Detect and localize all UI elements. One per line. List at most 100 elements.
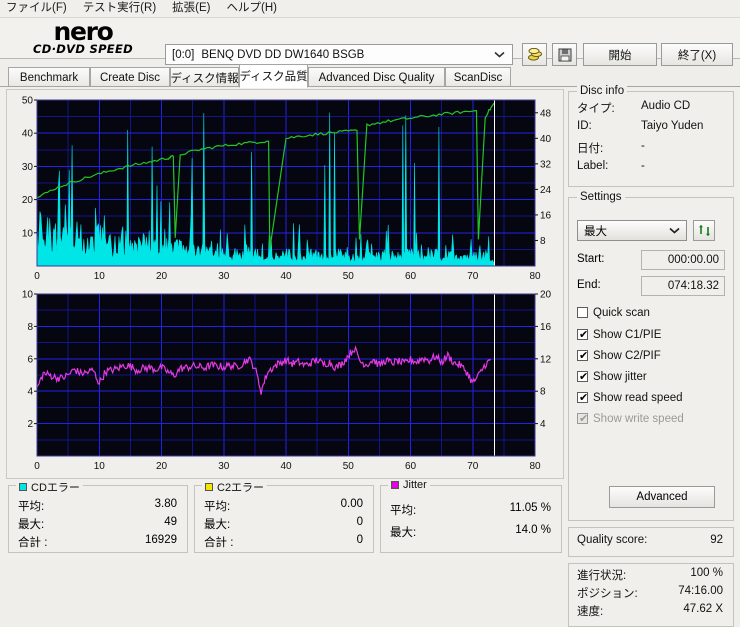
c2-error-legend-text: C2エラー [217, 482, 265, 494]
checkbox-label: Show jitter [593, 370, 647, 383]
c1-avg-value: 3.80 [154, 498, 177, 510]
checkbox-box: ✔ [577, 328, 588, 341]
jitter-legend: Jitter [388, 479, 430, 491]
position-row: ポジション: 74:16.00 [569, 585, 733, 602]
checkbox-show-read-speed[interactable]: ✔ Show read speed [577, 389, 683, 406]
refresh-button[interactable] [693, 220, 715, 241]
svg-text:10: 10 [22, 228, 34, 239]
checkbox-box: ✔ [577, 391, 589, 404]
svg-text:10: 10 [94, 271, 106, 282]
disc-info-label-label: Label: [577, 160, 609, 172]
end-label: End: [577, 279, 601, 291]
svg-text:20: 20 [156, 271, 168, 282]
c2-error-stats-group: C2エラー 平均: 0.00 最大: 0 合計 : 0 [194, 479, 374, 553]
svg-text:50: 50 [343, 461, 355, 472]
disc-info-legend: Disc info [577, 85, 628, 97]
advanced-button[interactable]: Advanced [609, 486, 715, 508]
svg-text:16: 16 [540, 322, 552, 333]
start-button[interactable]: 開始 [583, 43, 657, 66]
speed-select-value: 最大 [584, 225, 607, 238]
tab-disc-info[interactable]: ディスク情報 [170, 67, 239, 87]
c2-total-row: 合計 : 0 [195, 534, 373, 551]
c1-total-label: 合計 : [18, 537, 48, 549]
checkbox-quick-scan[interactable]: Quick scan [577, 304, 650, 321]
c1-avg-row: 平均: 3.80 [9, 498, 187, 515]
save-button[interactable] [552, 43, 577, 66]
jitter-max-row: 最大: 14.0 % [381, 524, 561, 541]
exit-button[interactable]: 終了(X) [661, 43, 733, 66]
svg-text:12: 12 [540, 354, 552, 365]
coins-button[interactable] [522, 43, 547, 66]
c1-max-row: 最大: 49 [9, 516, 187, 533]
quality-score-group: Quality score: 92 [568, 527, 734, 557]
drive-select-dropdown[interactable]: [0:0] BENQ DVD DD DW1640 BSGB [165, 44, 513, 65]
floppy-disk-icon [558, 48, 572, 62]
drive-port: [0:0] [172, 48, 195, 61]
svg-text:0: 0 [34, 461, 40, 472]
nero-logo: nero CD·DVD SPEED [8, 18, 158, 58]
disc-info-row-date: 日付: - [569, 140, 733, 157]
checkbox-label: Show write speed [593, 412, 684, 425]
progress-value: 100 % [690, 567, 723, 579]
chevron-down-icon [669, 227, 680, 234]
checkbox-show-jitter[interactable]: ✔ Show jitter [577, 368, 647, 385]
jitter-color-swatch [391, 481, 399, 489]
c1-total-value: 16929 [145, 534, 177, 546]
check-icon: ✔ [579, 349, 589, 362]
menu-run-test[interactable]: テスト実行(R) [75, 0, 164, 17]
c2-avg-label: 平均: [204, 501, 231, 513]
checkbox-label: Show C1/PIE [593, 328, 662, 341]
svg-text:30: 30 [218, 461, 230, 472]
menu-file[interactable]: ファイル(F) [0, 0, 75, 17]
svg-text:48: 48 [540, 108, 552, 119]
svg-text:8: 8 [27, 322, 33, 333]
jitter-avg-label: 平均: [390, 505, 417, 517]
drive-name: BENQ DVD DD DW1640 BSGB [201, 48, 365, 61]
end-input[interactable]: 074:18.32 [641, 276, 725, 296]
menu-help[interactable]: ヘルプ(H) [219, 0, 285, 17]
svg-text:4: 4 [540, 419, 546, 430]
progress-label: 進行状況: [577, 570, 627, 582]
svg-text:16: 16 [540, 210, 552, 221]
c2-avg-value: 0.00 [340, 498, 363, 510]
checkbox-box: ✔ [577, 370, 589, 383]
checkbox-show-c2-pif[interactable]: ✔ Show C2/PIF [577, 347, 661, 364]
c1-error-legend-text: CDエラー [31, 482, 80, 494]
disc-info-row-type: タイプ: Audio CD [569, 100, 733, 117]
tab-advanced-disc-quality[interactable]: Advanced Disc Quality [308, 67, 445, 87]
menu-extra[interactable]: 拡張(E) [164, 0, 218, 17]
tab-disc-quality[interactable]: ディスク品質 [239, 64, 308, 88]
svg-text:30: 30 [218, 271, 230, 282]
disc-quality-panel: 10 20 30 40 50 8 16 24 32 40 48 0 10 20 30 40 50 60 70 80 2… [0, 85, 740, 627]
jitter-legend-text: Jitter [403, 479, 427, 491]
speed-select[interactable]: 最大 [577, 220, 687, 241]
c1-max-label: 最大: [18, 519, 45, 531]
chevron-down-icon [494, 51, 505, 58]
quality-score-value: 92 [710, 534, 723, 546]
c1-error-stats-group: CDエラー 平均: 3.80 最大: 49 合計 : 16929 [8, 479, 188, 553]
svg-text:32: 32 [540, 159, 552, 170]
svg-text:40: 40 [22, 129, 34, 140]
svg-text:80: 80 [529, 461, 541, 472]
checkbox-label: Show C2/PIF [593, 349, 661, 362]
svg-text:2: 2 [27, 419, 33, 430]
check-icon: ✔ [579, 391, 589, 404]
tab-create-disc[interactable]: Create Disc [90, 67, 170, 87]
logo-nero-text: nero [53, 17, 113, 46]
jitter-max-value: 14.0 % [515, 524, 551, 536]
disc-info-row-id: ID: Taiyo Yuden [569, 120, 733, 137]
start-input[interactable]: 000:00.00 [641, 250, 725, 270]
c1-error-and-read-speed-graph: 10 20 30 40 50 8 16 24 32 40 48 0 10 20 30 40 50 60 70 80 [7, 92, 561, 286]
start-label: Start: [577, 253, 605, 265]
check-icon: ✔ [579, 370, 589, 383]
progress-row: 進行状況: 100 % [569, 567, 733, 584]
graphs-container: 10 20 30 40 50 8 16 24 32 40 48 0 10 20 30 40 50 60 70 80 2… [6, 89, 564, 479]
disc-info-group: Disc info タイプ: Audio CD ID: Taiyo Yuden … [568, 85, 734, 187]
quality-score-row: Quality score: 92 [569, 534, 733, 551]
checkbox-show-c1-pie[interactable]: ✔ Show C1/PIE [577, 326, 661, 343]
disc-info-date-value: - [641, 140, 645, 152]
tab-scandisc[interactable]: ScanDisc [445, 67, 511, 87]
svg-text:60: 60 [405, 461, 417, 472]
tab-benchmark[interactable]: Benchmark [8, 67, 90, 87]
checkbox-box [577, 307, 588, 318]
